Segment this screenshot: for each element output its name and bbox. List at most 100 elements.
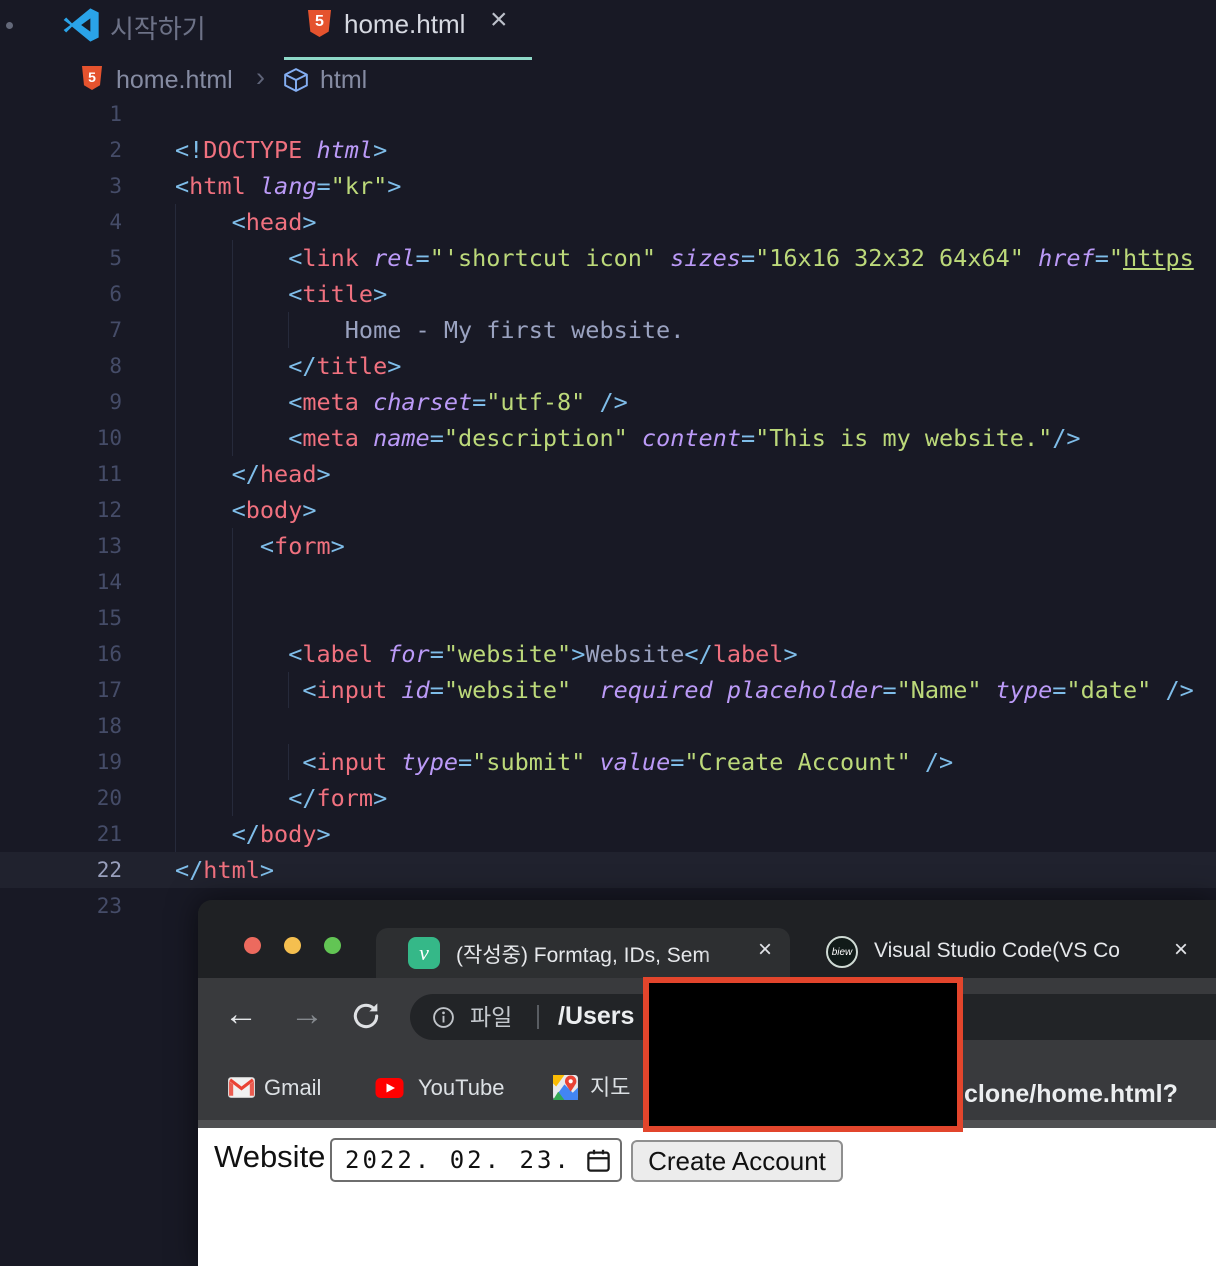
code-token: DOCTYPE	[203, 136, 303, 164]
code-token: body	[259, 820, 317, 848]
forward-button[interactable]: →	[290, 992, 324, 1036]
code-token: =	[429, 640, 444, 668]
minimize-window-button[interactable]	[284, 937, 301, 954]
code-token: </	[175, 856, 204, 884]
code-line-content: <form>	[175, 528, 345, 564]
code-token: form	[316, 784, 374, 812]
browser-tab-label: Visual Studio Code(VS Co	[874, 939, 1120, 962]
code-token: Home - My first website.	[344, 316, 685, 344]
code-token: "'shortcut icon"	[429, 244, 657, 272]
code-line[interactable]: 22 </html>	[0, 852, 1216, 888]
window-dot	[6, 22, 13, 29]
code-token: content	[627, 424, 741, 452]
indent-guide	[231, 564, 233, 600]
url-text-suffix: clone/home.html?	[964, 1080, 1178, 1108]
calendar-icon[interactable]	[585, 1147, 612, 1174]
tab-getting-started[interactable]: 시작하기	[110, 9, 206, 46]
code-line[interactable]: 2 <!DOCTYPE html>	[0, 132, 1216, 168]
code-token: "kr"	[330, 172, 388, 200]
code-line[interactable]: 18	[0, 708, 1216, 744]
indent-guide	[231, 672, 233, 708]
bookmark-youtube[interactable]: YouTube	[418, 1072, 504, 1104]
code-token: </	[684, 640, 713, 668]
close-icon[interactable]: ×	[1174, 936, 1188, 964]
code-token: =	[1094, 244, 1109, 272]
indent-guide	[175, 636, 176, 672]
code-token: sizes	[656, 244, 741, 272]
code-token: =	[882, 676, 897, 704]
code-line-content: <input type="submit" value="Create Accou…	[175, 744, 953, 780]
code-token: >	[302, 496, 317, 524]
maximize-window-button[interactable]	[324, 937, 341, 954]
info-icon[interactable]	[432, 1006, 455, 1029]
line-number: 12	[96, 498, 122, 522]
indent-guide	[175, 348, 176, 384]
indent-guide	[175, 312, 176, 348]
indent-guide	[175, 564, 176, 600]
reload-button[interactable]	[350, 1000, 382, 1032]
indent-guide	[175, 240, 176, 276]
code-line[interactable]: 12 <body>	[0, 492, 1216, 528]
code-token: name	[358, 424, 430, 452]
create-account-button[interactable]: Create Account	[631, 1140, 843, 1182]
code-token: charset	[358, 388, 473, 416]
code-token: "website"	[443, 676, 572, 704]
code-token: value	[585, 748, 671, 776]
code-token: =	[740, 244, 756, 272]
back-button[interactable]: ←	[224, 992, 258, 1036]
code-token: head	[259, 460, 317, 488]
chevron-right-icon: ›	[256, 62, 265, 92]
code-line[interactable]: 17 <input id="website" required placehol…	[0, 672, 1216, 708]
code-token: title	[316, 352, 388, 380]
code-line[interactable]: 8 </title>	[0, 348, 1216, 384]
close-icon[interactable]: ×	[758, 936, 772, 964]
close-icon[interactable]: ×	[490, 3, 508, 37]
tab-home-html[interactable]: home.html	[344, 9, 465, 40]
code-line[interactable]: 11 </head>	[0, 456, 1216, 492]
code-token: >	[302, 208, 317, 236]
code-line[interactable]: 15	[0, 600, 1216, 636]
indent-guide	[231, 744, 233, 780]
code-line[interactable]: 6 <title>	[0, 276, 1216, 312]
code-line[interactable]: 19 <input type="submit" value="Create Ac…	[0, 744, 1216, 780]
website-label: Website	[214, 1139, 326, 1174]
code-line[interactable]: 9 <meta charset="utf-8" />	[0, 384, 1216, 420]
code-line[interactable]: 21 </body>	[0, 816, 1216, 852]
code-line[interactable]: 5 <link rel="'shortcut icon" sizes="16x1…	[0, 240, 1216, 276]
code-token: <	[175, 172, 190, 200]
code-token: >	[330, 532, 345, 560]
bookmark-gmail[interactable]: Gmail	[264, 1072, 321, 1104]
indent-guide	[231, 276, 233, 312]
label-fade	[1124, 928, 1168, 978]
line-number: 5	[109, 246, 122, 270]
code-token: head	[245, 208, 303, 236]
date-input[interactable]: 2022. 02. 23.	[330, 1138, 622, 1182]
code-line[interactable]: 16 <label for="website">Website</label>	[0, 636, 1216, 672]
breadcrumb-symbol[interactable]: html	[320, 66, 367, 95]
code-line[interactable]: 10 <meta name="description" content="Thi…	[0, 420, 1216, 456]
bookmark-maps[interactable]: 지도	[590, 1072, 630, 1104]
code-line-content: <body>	[175, 492, 317, 528]
breadcrumb-file[interactable]: home.html	[116, 66, 233, 95]
browser-tab-inactive[interactable]: biew Visual Studio Code(VS Co ×	[796, 928, 1216, 978]
code-line[interactable]: 3 <html lang="kr">	[0, 168, 1216, 204]
close-window-button[interactable]	[244, 937, 261, 954]
code-line[interactable]: 14	[0, 564, 1216, 600]
code-editor[interactable]: 1 2 <!DOCTYPE html> 3 <html lang="kr"> 4 <hea…	[0, 96, 1216, 924]
code-line[interactable]: 20 </form>	[0, 780, 1216, 816]
browser-tab-active[interactable]: v (작성중) Formtag, IDs, Sem ×	[376, 928, 790, 978]
code-line[interactable]: 7 Home - My first website.	[0, 312, 1216, 348]
rendered-page: Website 2022. 02. 23. Create Account	[198, 1128, 1216, 1266]
html5-icon: 5	[308, 10, 331, 37]
line-number: 8	[109, 354, 122, 378]
indent-guide	[231, 420, 233, 456]
code-token: "submit"	[472, 748, 586, 776]
code-token: meta	[302, 424, 359, 452]
code-token: />	[585, 388, 628, 416]
indent-guide	[231, 780, 233, 816]
code-token: "date"	[1066, 676, 1152, 704]
code-line[interactable]: 13 <form>	[0, 528, 1216, 564]
code-line[interactable]: 1	[0, 96, 1216, 132]
code-token: "Create Account"	[684, 748, 911, 776]
code-line[interactable]: 4 <head>	[0, 204, 1216, 240]
